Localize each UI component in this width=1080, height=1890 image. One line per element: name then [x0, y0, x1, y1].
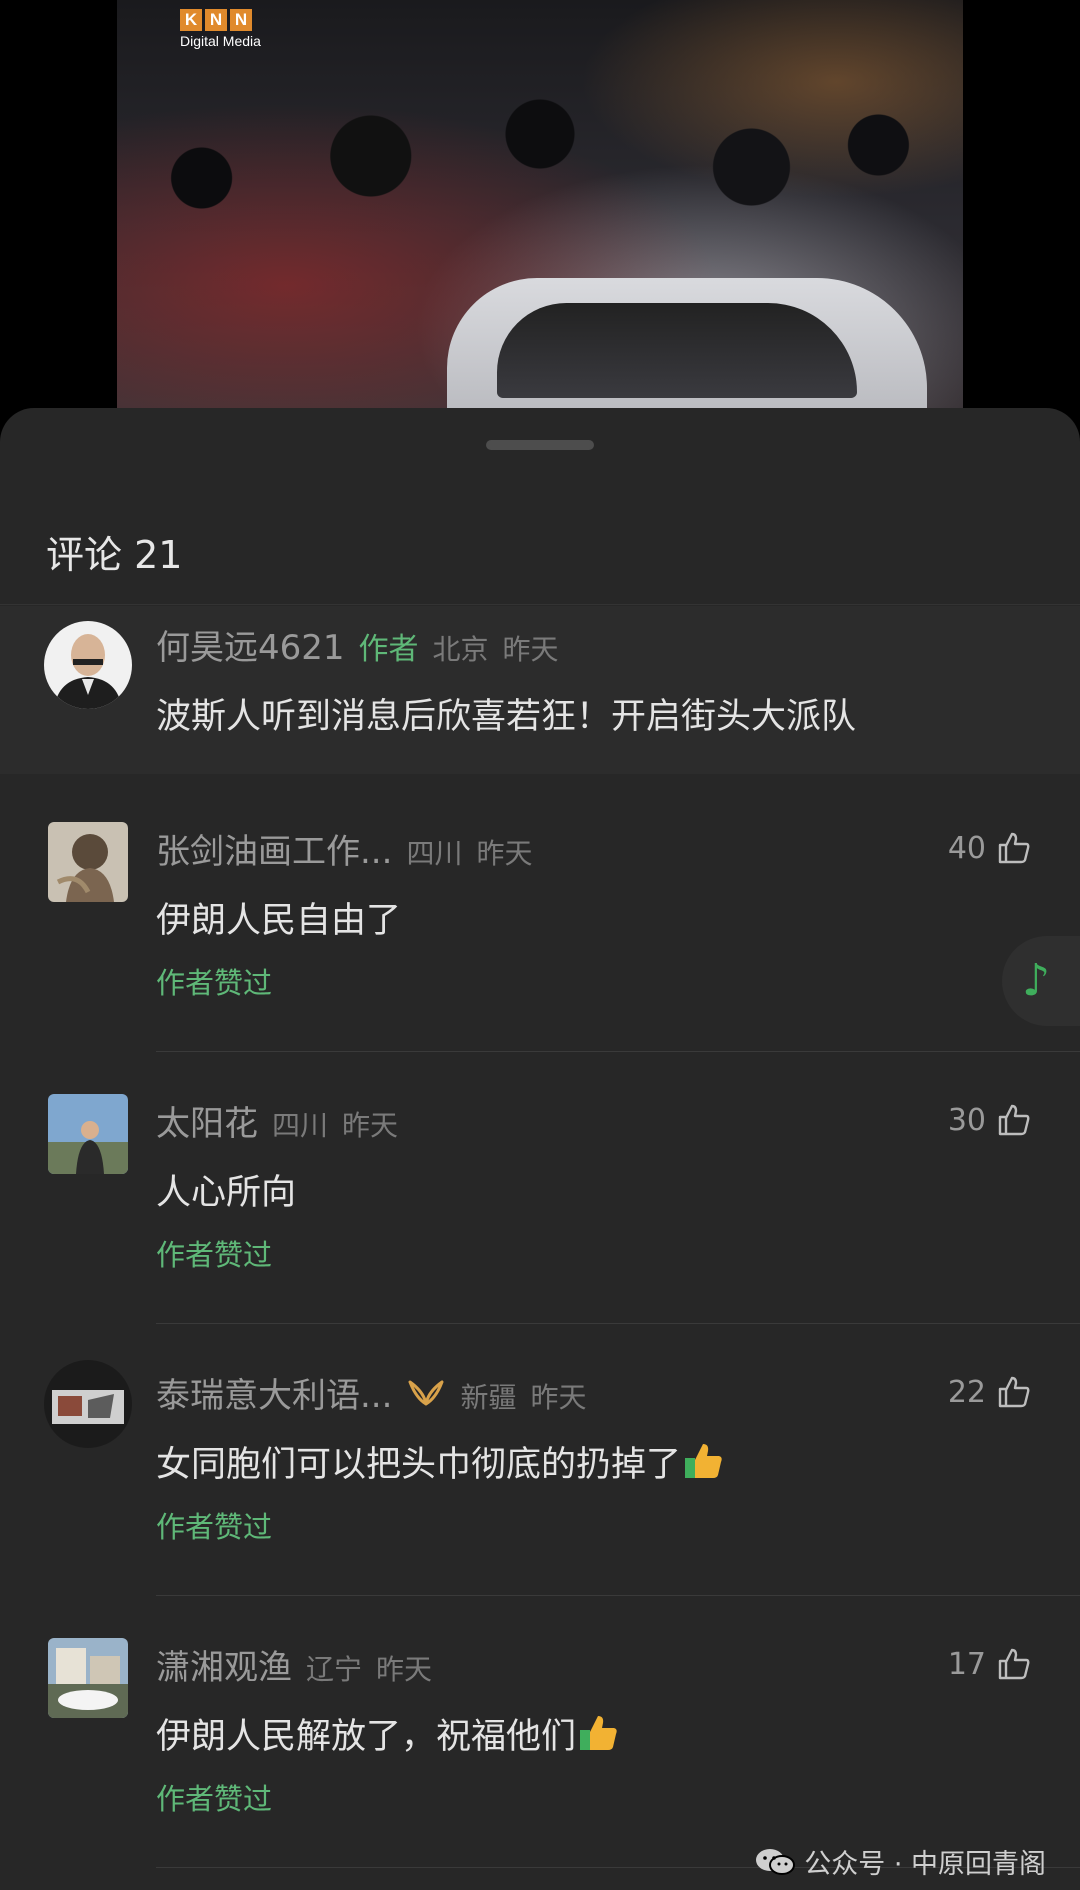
comment-item[interactable]: 何昊远4621 作者 北京 昨天 波斯人听到消息后欣喜若狂！开启街头大派队: [0, 606, 1080, 774]
comment-item[interactable]: 泰瑞意大利语... 新疆 昨天 22 女同胞们可以把头巾彻底的扔掉了 作者赞过: [0, 1352, 1080, 1596]
comment-header: 何昊远4621 作者 北京 昨天: [156, 620, 559, 669]
comment-text[interactable]: 波斯人听到消息后欣喜若狂！开启街头大派队: [156, 688, 856, 739]
logo-letter: N: [205, 9, 227, 31]
thumbs-up-emoji-icon: [685, 1444, 722, 1478]
like-button[interactable]: 30: [948, 1102, 1032, 1138]
thumbs-up-icon: [998, 1376, 1030, 1408]
commenter-name[interactable]: 太阳花: [156, 1096, 258, 1145]
thumbs-up-icon: [998, 1104, 1030, 1136]
video-car-window: [497, 303, 857, 398]
comment-header: 潇湘观渔 辽宁 昨天: [156, 1640, 432, 1689]
avatar[interactable]: [44, 621, 132, 709]
commenter-name[interactable]: 潇湘观渔: [156, 1640, 292, 1689]
author-liked-label: 作者赞过: [156, 966, 273, 1000]
like-count: 40: [947, 830, 986, 866]
like-count: 22: [947, 1374, 986, 1410]
avatar[interactable]: [48, 1638, 128, 1718]
comment-text[interactable]: 人心所向: [156, 1164, 296, 1215]
comment-text[interactable]: 伊朗人民自由了: [156, 892, 401, 943]
logo-mark: K N N: [180, 9, 261, 31]
logo-letter: N: [230, 9, 252, 31]
like-button[interactable]: 22: [948, 1374, 1032, 1410]
wechat-icon: [756, 1848, 796, 1875]
avatar[interactable]: [44, 1360, 132, 1448]
comment-text-body: 伊朗人民解放了，祝福他们: [156, 1717, 577, 1757]
comment-text[interactable]: 女同胞们可以把头巾彻底的扔掉了: [156, 1436, 725, 1487]
logo-subtitle: Digital Media: [180, 33, 261, 49]
comment-location: 北京: [432, 633, 489, 666]
divider: [156, 1323, 1080, 1324]
comment-location: 四川: [406, 837, 463, 870]
logo-letter: K: [180, 9, 202, 31]
watermark: 公众号 · 中原回青阁: [754, 1842, 1046, 1881]
video-logo: K N N Digital Media: [180, 9, 261, 49]
author-liked-label: 作者赞过: [156, 1510, 273, 1544]
like-count: 30: [947, 1102, 986, 1138]
comment-sheet: 评论 21 何昊远4621 作者 北京 昨天 波斯人听到消息后欣喜若狂！开启街头…: [0, 408, 1080, 1890]
comment-item[interactable]: 潇湘观渔 辽宁 昨天 17 伊朗人民解放了，祝福他们 作者赞过: [0, 1624, 1080, 1868]
comment-location: 辽宁: [306, 1653, 363, 1686]
comment-time: 昨天: [342, 1109, 399, 1142]
ribbon-badge-icon: [408, 1380, 444, 1405]
comment-location: 新疆: [460, 1381, 517, 1414]
commenter-name[interactable]: 张剑油画工作...: [156, 824, 392, 873]
divider: [156, 1051, 1080, 1052]
like-button[interactable]: 17: [948, 1646, 1032, 1682]
divider: [0, 604, 1080, 605]
comment-text-body: 女同胞们可以把头巾彻底的扔掉了: [156, 1445, 682, 1485]
comment-text[interactable]: 伊朗人民解放了，祝福他们: [156, 1708, 620, 1759]
comment-header: 张剑油画工作... 四川 昨天: [156, 824, 532, 873]
author-liked-label: 作者赞过: [156, 1238, 273, 1272]
avatar[interactable]: [48, 1094, 128, 1174]
comment-header: 泰瑞意大利语... 新疆 昨天: [156, 1368, 586, 1417]
video-crowd-scene: [117, 90, 963, 310]
commenter-name[interactable]: 何昊远4621: [156, 620, 345, 669]
commenter-name[interactable]: 泰瑞意大利语...: [156, 1368, 392, 1417]
comment-item[interactable]: 张剑油画工作... 四川 昨天 40 伊朗人民自由了 作者赞过: [0, 808, 1080, 1052]
author-liked-label: 作者赞过: [156, 1782, 273, 1816]
music-note-icon: ♪: [1021, 955, 1051, 1006]
thumbs-up-icon: [998, 832, 1030, 864]
avatar[interactable]: [48, 822, 128, 902]
author-tag: 作者: [358, 632, 419, 667]
comment-location: 四川: [272, 1109, 329, 1142]
comment-time: 昨天: [476, 837, 533, 870]
comment-header: 太阳花 四川 昨天: [156, 1096, 398, 1145]
like-button[interactable]: 40: [948, 830, 1032, 866]
comment-time: 昨天: [502, 633, 559, 666]
comments-title: 评论 21: [46, 533, 183, 577]
screen: K N N Digital Media 评论 21 何昊远4621 作者 北京 …: [0, 0, 1080, 1890]
drag-handle[interactable]: [486, 440, 594, 450]
divider: [156, 1595, 1080, 1596]
comment-item[interactable]: 太阳花 四川 昨天 30 人心所向 作者赞过: [0, 1080, 1080, 1324]
comment-time: 昨天: [530, 1381, 587, 1414]
watermark-text: 公众号 · 中原回青阁: [804, 1849, 1046, 1880]
comment-time: 昨天: [376, 1653, 433, 1686]
video-player[interactable]: K N N Digital Media: [117, 0, 963, 408]
like-count: 17: [947, 1646, 986, 1682]
thumbs-up-icon: [998, 1648, 1030, 1680]
thumbs-up-emoji-icon: [580, 1716, 617, 1750]
